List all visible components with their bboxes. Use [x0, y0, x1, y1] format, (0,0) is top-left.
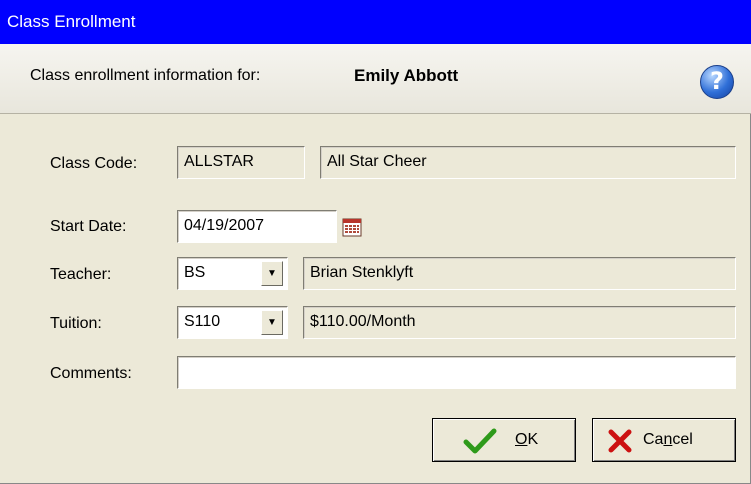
teacher-dropdown-button[interactable]: ▼: [261, 261, 283, 286]
checkmark-icon: [463, 428, 497, 454]
class-code-label: Class Code:: [50, 155, 138, 172]
teacher-name-field: Brian Stenklyft: [303, 257, 736, 290]
teacher-label: Teacher:: [50, 266, 112, 283]
ok-label: OK: [515, 431, 539, 448]
tuition-label: Tuition:: [50, 315, 102, 332]
comments-label: Comments:: [50, 365, 132, 382]
start-date-label: Start Date:: [50, 218, 127, 235]
help-icon[interactable]: ?: [700, 65, 734, 99]
comments-input[interactable]: [177, 356, 736, 389]
calendar-icon[interactable]: [341, 216, 363, 238]
window-title: Class Enrollment: [7, 12, 136, 31]
header-panel: Class enrollment information for: Emily …: [0, 44, 751, 114]
class-name-field: All Star Cheer: [320, 146, 736, 179]
tuition-dropdown-button[interactable]: ▼: [261, 310, 283, 335]
start-date-input[interactable]: 04/19/2007: [177, 210, 337, 243]
ok-button[interactable]: OK: [432, 418, 576, 462]
cancel-label: Cancel: [643, 431, 693, 448]
chevron-down-icon: ▼: [267, 317, 277, 328]
help-glyph: ?: [710, 67, 724, 95]
student-name: Emily Abbott: [354, 66, 459, 85]
enrollment-prompt: Class enrollment information for:: [30, 67, 261, 84]
class-code-field: ALLSTAR: [177, 146, 305, 179]
chevron-down-icon: ▼: [267, 268, 277, 279]
tuition-description-field: $110.00/Month: [303, 306, 736, 339]
x-icon: [608, 429, 632, 453]
cancel-button[interactable]: Cancel: [592, 418, 736, 462]
class-enrollment-dialog: Class Enrollment Class enrollment inform…: [0, 0, 751, 484]
title-bar[interactable]: Class Enrollment: [0, 0, 751, 44]
